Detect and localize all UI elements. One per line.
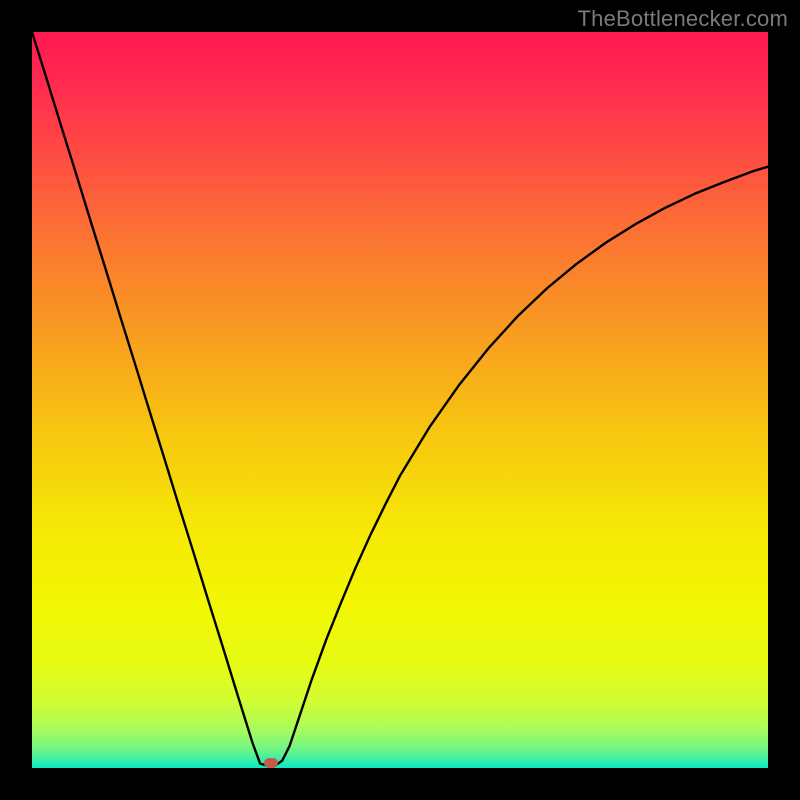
- watermark-text: TheBottlenecker.com: [578, 6, 788, 32]
- minimum-marker: [264, 758, 278, 768]
- bottleneck-curve: [32, 32, 768, 766]
- plot-area: [32, 32, 768, 768]
- chart-frame: TheBottlenecker.com: [0, 0, 800, 800]
- curve-layer: [32, 32, 768, 768]
